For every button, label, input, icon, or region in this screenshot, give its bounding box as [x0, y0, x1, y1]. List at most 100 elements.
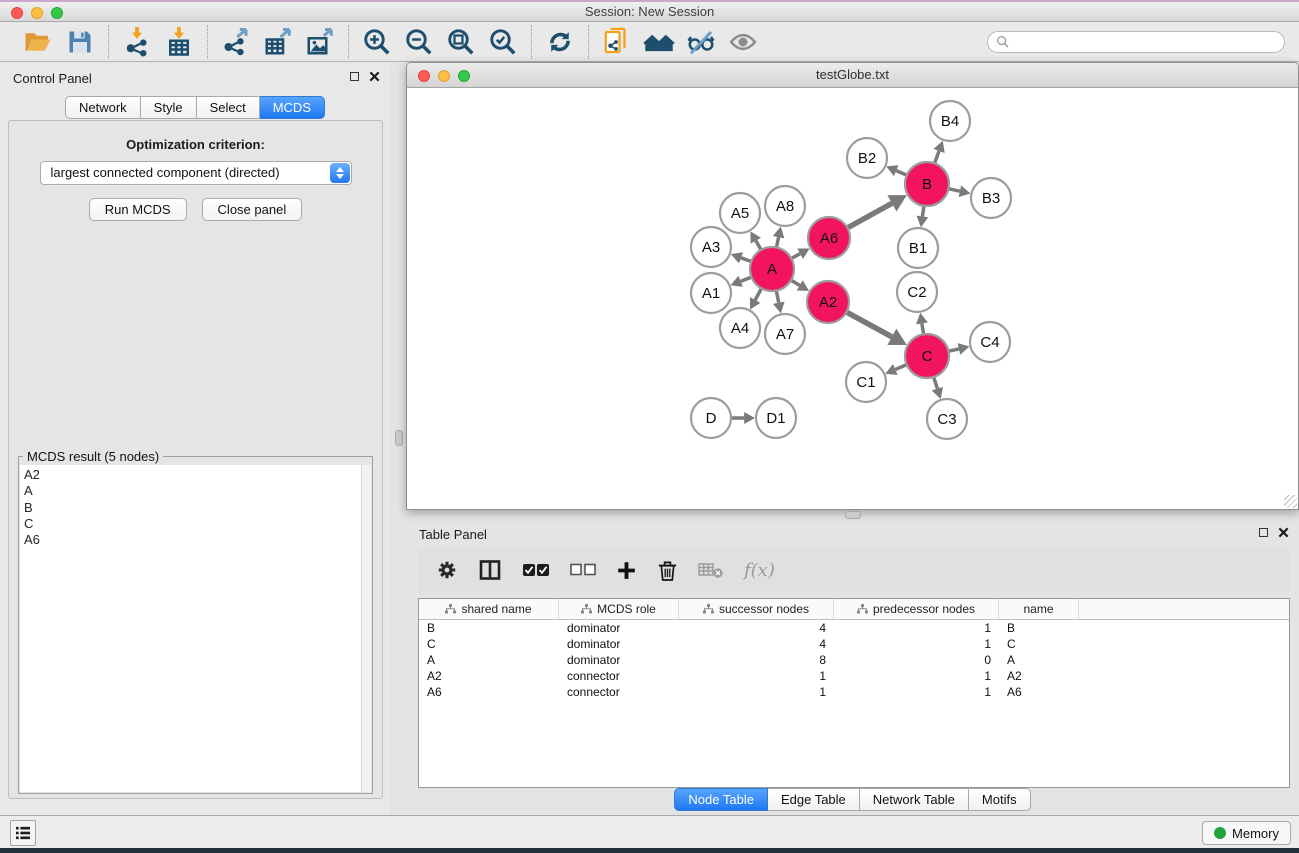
zoom-window-button[interactable]: [51, 7, 63, 19]
show-hide-button[interactable]: [724, 25, 762, 59]
graph-arrowhead: [773, 227, 785, 239]
table-row[interactable]: Adominator80A: [419, 652, 1289, 668]
column-header-predecessor-nodes[interactable]: predecessor nodes: [834, 599, 999, 619]
deselect-all-button[interactable]: [570, 555, 596, 585]
graph-node-B4[interactable]: B4: [930, 101, 970, 141]
import-table-button[interactable]: [160, 25, 198, 59]
delete-column-button[interactable]: [657, 555, 678, 585]
column-header-shared-name[interactable]: shared name: [419, 599, 559, 619]
graph-node-B[interactable]: B: [905, 162, 949, 206]
network-close-button[interactable]: [418, 70, 430, 82]
search-input[interactable]: [1013, 35, 1276, 49]
graph-node-B1[interactable]: B1: [898, 228, 938, 268]
table-row[interactable]: Bdominator41B: [419, 620, 1289, 636]
import-network-button[interactable]: [118, 25, 156, 59]
tab-node-table[interactable]: Node Table: [674, 788, 768, 811]
graph-node-A3[interactable]: A3: [691, 227, 731, 267]
select-all-button[interactable]: [522, 555, 550, 585]
zoom-out-button[interactable]: [400, 25, 438, 59]
tab-mcds[interactable]: MCDS: [260, 96, 325, 119]
mcds-result-list[interactable]: A2ABCA6: [20, 465, 361, 792]
node-table[interactable]: shared nameMCDS rolesuccessor nodesprede…: [418, 598, 1290, 788]
result-list-scrollbar[interactable]: [361, 465, 371, 792]
graph-node-D1[interactable]: D1: [756, 398, 796, 438]
graph-node-A6[interactable]: A6: [808, 217, 850, 259]
export-table-button[interactable]: [259, 25, 297, 59]
export-image-button[interactable]: [301, 25, 339, 59]
column-header-mcds-role[interactable]: MCDS role: [559, 599, 679, 619]
tab-motifs[interactable]: Motifs: [969, 788, 1031, 811]
optimization-criterion-dropdown[interactable]: largest connected component (directed): [40, 161, 352, 185]
vertical-splitter-handle[interactable]: [395, 430, 403, 446]
zoom-in-button[interactable]: [358, 25, 396, 59]
tab-select[interactable]: Select: [197, 96, 260, 119]
hide-graphics-button[interactable]: [682, 25, 720, 59]
graph-edge-B-B4[interactable]: [934, 151, 939, 164]
export-network-button[interactable]: [217, 25, 255, 59]
network-from-selection-button[interactable]: [598, 25, 636, 59]
cell-mcds-role: dominator: [559, 637, 679, 651]
graph-edge-A2-C[interactable]: [846, 312, 892, 337]
graph-node-C4[interactable]: C4: [970, 322, 1010, 362]
memory-button[interactable]: Memory: [1202, 821, 1291, 845]
column-layout-button[interactable]: [478, 555, 502, 585]
network-zoom-button[interactable]: [458, 70, 470, 82]
run-mcds-button[interactable]: Run MCDS: [89, 198, 187, 221]
graph-node-C2[interactable]: C2: [897, 272, 937, 312]
graph-arrowhead: [917, 216, 929, 228]
result-item[interactable]: B: [24, 500, 361, 516]
graph-edge-A6-B[interactable]: [847, 203, 892, 228]
close-table-panel-icon[interactable]: [1278, 527, 1289, 538]
result-item[interactable]: A: [24, 483, 361, 499]
table-row[interactable]: A2connector11A2: [419, 668, 1289, 684]
table-row[interactable]: A6connector11A6: [419, 684, 1289, 700]
graph-node-C3[interactable]: C3: [927, 399, 967, 439]
graph-node-B2[interactable]: B2: [847, 138, 887, 178]
close-window-button[interactable]: [11, 7, 23, 19]
tab-network[interactable]: Network: [65, 96, 141, 119]
graph-node-A1[interactable]: A1: [691, 273, 731, 313]
graph-node-A4[interactable]: A4: [720, 308, 760, 348]
graph-node-A8[interactable]: A8: [765, 186, 805, 226]
graph-node-A2[interactable]: A2: [807, 281, 849, 323]
tab-style[interactable]: Style: [141, 96, 197, 119]
network-minimize-button[interactable]: [438, 70, 450, 82]
memory-status-icon: [1214, 827, 1226, 839]
result-item[interactable]: A2: [24, 467, 361, 483]
network-window-titlebar[interactable]: testGlobe.txt: [407, 63, 1298, 88]
tab-edge-table[interactable]: Edge Table: [768, 788, 860, 811]
float-panel-icon[interactable]: [350, 72, 359, 81]
delete-table-button[interactable]: [698, 555, 724, 585]
table-row[interactable]: Cdominator41C: [419, 636, 1289, 652]
network-canvas[interactable]: B4 B2 B B3 A5A8A6 A3 B1 A A1 C2 A2 A4A7 C4 C C1 C3 D D1: [408, 89, 1297, 508]
function-builder-button[interactable]: f(x): [744, 555, 775, 585]
refresh-button[interactable]: [541, 25, 579, 59]
zoom-fit-button[interactable]: [442, 25, 480, 59]
graph-node-C1[interactable]: C1: [846, 362, 886, 402]
column-header-name[interactable]: name: [999, 599, 1079, 619]
graph-node-A[interactable]: A: [750, 247, 794, 291]
open-session-button[interactable]: [19, 25, 57, 59]
close-panel-icon[interactable]: [369, 71, 380, 82]
column-header-successor-nodes[interactable]: successor nodes: [679, 599, 834, 619]
show-panels-button[interactable]: [10, 820, 36, 846]
graph-node-C[interactable]: C: [905, 334, 949, 378]
zoom-selected-button[interactable]: [484, 25, 522, 59]
save-session-button[interactable]: [61, 25, 99, 59]
result-item[interactable]: A6: [24, 532, 361, 548]
graph-edge-A-A4[interactable]: [755, 287, 762, 300]
tab-network-table[interactable]: Network Table: [860, 788, 969, 811]
graph-node-A5[interactable]: A5: [720, 193, 760, 233]
graph-node-A7[interactable]: A7: [765, 314, 805, 354]
graph-node-B3[interactable]: B3: [971, 178, 1011, 218]
result-item[interactable]: C: [24, 516, 361, 532]
close-panel-button[interactable]: Close panel: [202, 198, 303, 221]
float-table-panel-icon[interactable]: [1259, 528, 1268, 537]
window-resize-grip[interactable]: [1284, 495, 1297, 508]
search-field[interactable]: [987, 31, 1285, 53]
graph-node-D[interactable]: D: [691, 398, 731, 438]
minimize-window-button[interactable]: [31, 7, 43, 19]
home-button[interactable]: [640, 25, 678, 59]
table-settings-button[interactable]: [436, 555, 458, 585]
add-column-button[interactable]: [616, 555, 637, 585]
